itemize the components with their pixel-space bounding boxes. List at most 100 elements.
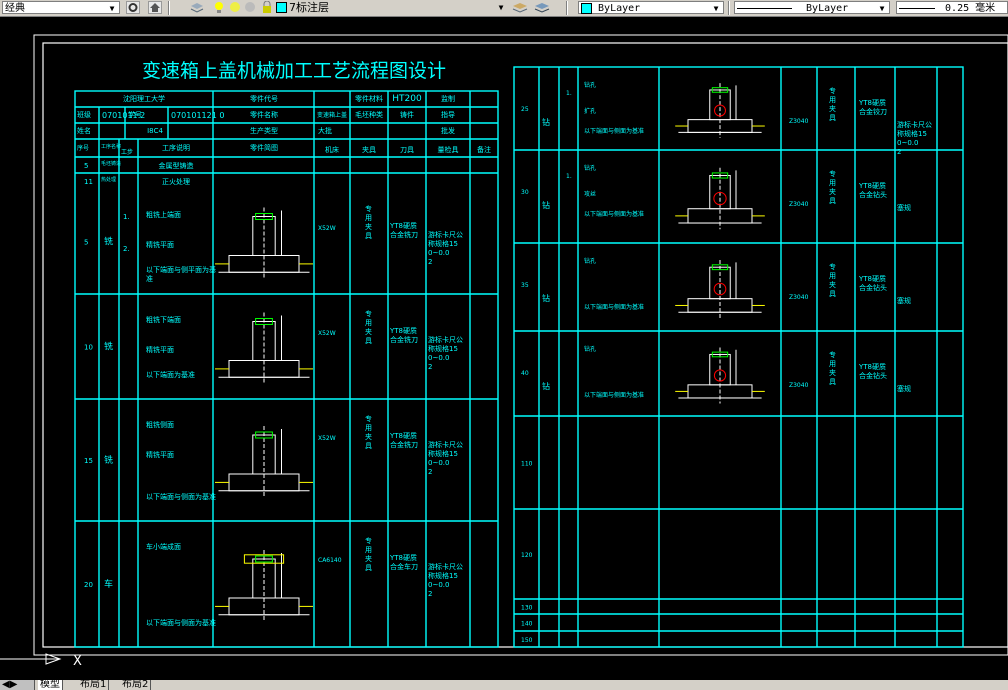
op-desc: 以下端面与侧面为基准 [584,303,644,311]
op-name: 铣 [104,341,113,353]
lineweight-select[interactable]: 0.25 毫米 [896,1,1008,14]
op-desc-line: 以下端面与侧面为基准 [146,618,216,627]
line-sample [899,7,935,9]
op-desc: 精铣平面 [146,345,174,354]
header-school: 沈阳理工大学 [123,94,165,103]
op-gauge-line: 0~0.0 [428,354,449,362]
op-tool-line: YT8硬质 [858,181,886,190]
op-gauge-line: 称规格15 [428,449,458,458]
op-fixture-char: 夹 [829,104,836,113]
drawing-canvas[interactable]: 变速箱上盖机械加工工艺流程图设计 沈阳理工大学 零件代号 零件材料 HT200 监制班级… [0,17,1008,680]
op-tool-line: YT8硬质 [858,274,886,283]
home-icon[interactable] [148,1,162,14]
op-fixture-char: 具 [365,564,372,572]
header-audit: 批发 [441,126,455,135]
op-gauge-line: 称规格15 [428,239,458,248]
op-desc-line: 以下端面为基准 [146,370,195,379]
op-gauge-line: 0~0.0 [428,459,449,467]
op-step: 1. [123,213,130,221]
op-fixture-char: 夹 [365,432,372,441]
op-machine: X52W [318,330,336,337]
workspace-select[interactable]: 经典 ▼ [2,1,120,14]
op-no: 5 [84,239,88,247]
op-desc: 以下端面与侧面为基准 [584,391,644,399]
header-id-value: 070101121 0 [171,111,224,120]
op-gauge-line: 称规格15 [428,571,458,580]
op-desc-line: 准 [146,274,153,283]
tab-layout1[interactable]: 布局1 [78,680,110,690]
sheet-title: 变速箱上盖机械加工工艺流程图设计 [142,60,446,82]
header-class-label: 班级 [77,110,91,119]
op-step: 1. [566,90,572,97]
op-machine: Z3040 [789,201,809,208]
op-tool-line: YT8硬质 [858,98,886,107]
op-fixture-char: 用 [365,546,372,554]
layers-icon[interactable] [190,1,204,14]
op-machine: Z3040 [789,294,809,301]
op-gauge-line: 0~0.0 [428,581,449,589]
tab-model[interactable]: 模型 [38,680,63,690]
op-no: 10 [84,344,93,352]
tab-layout2[interactable]: 布局2 [120,680,152,690]
col-sketch: 零件简图 [250,143,278,152]
op-fixture-char: 用 [829,272,836,280]
op-gauge-line: 塞规 [897,203,911,212]
toolbar-separator [728,1,730,15]
op-gauge-line: 0~0.0 [428,249,449,257]
op-machine: Z3040 [789,382,809,389]
lineweight-value: 0.25 毫米 [945,3,996,14]
col-note: 备注 [477,145,491,154]
op-fixture-char: 用 [829,360,836,368]
op-fixture-char: 用 [365,424,372,432]
op-tool-line: YT8硬质 [858,362,886,371]
pre-row-proc: 热处理 [101,176,116,183]
col-no: 序号 [77,144,89,152]
op-no: 30 [521,189,529,196]
op-gauge-line: 游标卡尺公 [428,230,463,239]
op-desc: 钻孔 [584,257,596,265]
op-gauge-line: 2 [897,148,901,156]
header-name-label: 姓名 [77,126,91,135]
header-part-name: 零件名称 [250,110,278,119]
op-gauge-line: 称规格15 [897,129,927,138]
op-name: 钻 [542,293,550,303]
col-proc: 工序名称 [101,143,121,150]
op-desc: 以下端面与侧面为基准 [146,492,216,501]
op-step: 2. [123,245,130,253]
op-desc: 钻孔 [584,345,596,353]
layer-dropdown[interactable]: ▼ [214,1,508,14]
op-no: 15 [84,457,93,465]
layer-match-icon[interactable] [512,1,528,14]
workspace-value: 经典 [5,3,25,14]
pre-row-no: 11 [84,178,93,186]
op-desc: 攻丝 [584,190,596,198]
op-desc-line: 粗铣上端面 [146,210,181,219]
op-machine: X52W [318,435,336,442]
chevron-down-icon: ▼ [713,4,719,13]
chevron-down-icon: ▼ [879,4,885,13]
tab-nav-arrows[interactable]: ◀▶ [0,680,35,690]
pre-row-proc: 毛坯铸造 [101,160,121,167]
op-fixture-char: 具 [829,378,836,386]
header-id-label: 学号 [128,110,142,119]
op-fixture-char: 具 [365,337,372,345]
color-select[interactable]: ByLayer ▼ [578,1,724,14]
empty-row-no: 120 [521,552,533,559]
op-gauge-line: 2 [428,258,432,266]
layer-prev-icon[interactable] [534,1,550,14]
header-part-code: 零件代号 [250,94,278,103]
op-tool-line: YT8硬质 [389,221,417,230]
op-name: 钻 [542,381,550,391]
op-fixture-char: 用 [365,214,372,222]
op-tool-line: 合金钻头 [859,371,887,380]
op-name: 钻 [542,117,550,127]
op-tool-line: 合金车刀 [390,562,418,571]
op-gauge-line: 2 [428,468,432,476]
gear-icon[interactable] [126,1,140,14]
op-gauge: 塞规 [897,296,911,305]
op-desc: 粗铣侧面 [146,420,174,429]
op-fixture-char: 专 [365,309,372,318]
linetype-select[interactable]: ByLayer ▼ [734,1,890,14]
chevron-down-icon: ▼ [498,3,504,12]
header-material-value: HT200 [392,94,422,104]
